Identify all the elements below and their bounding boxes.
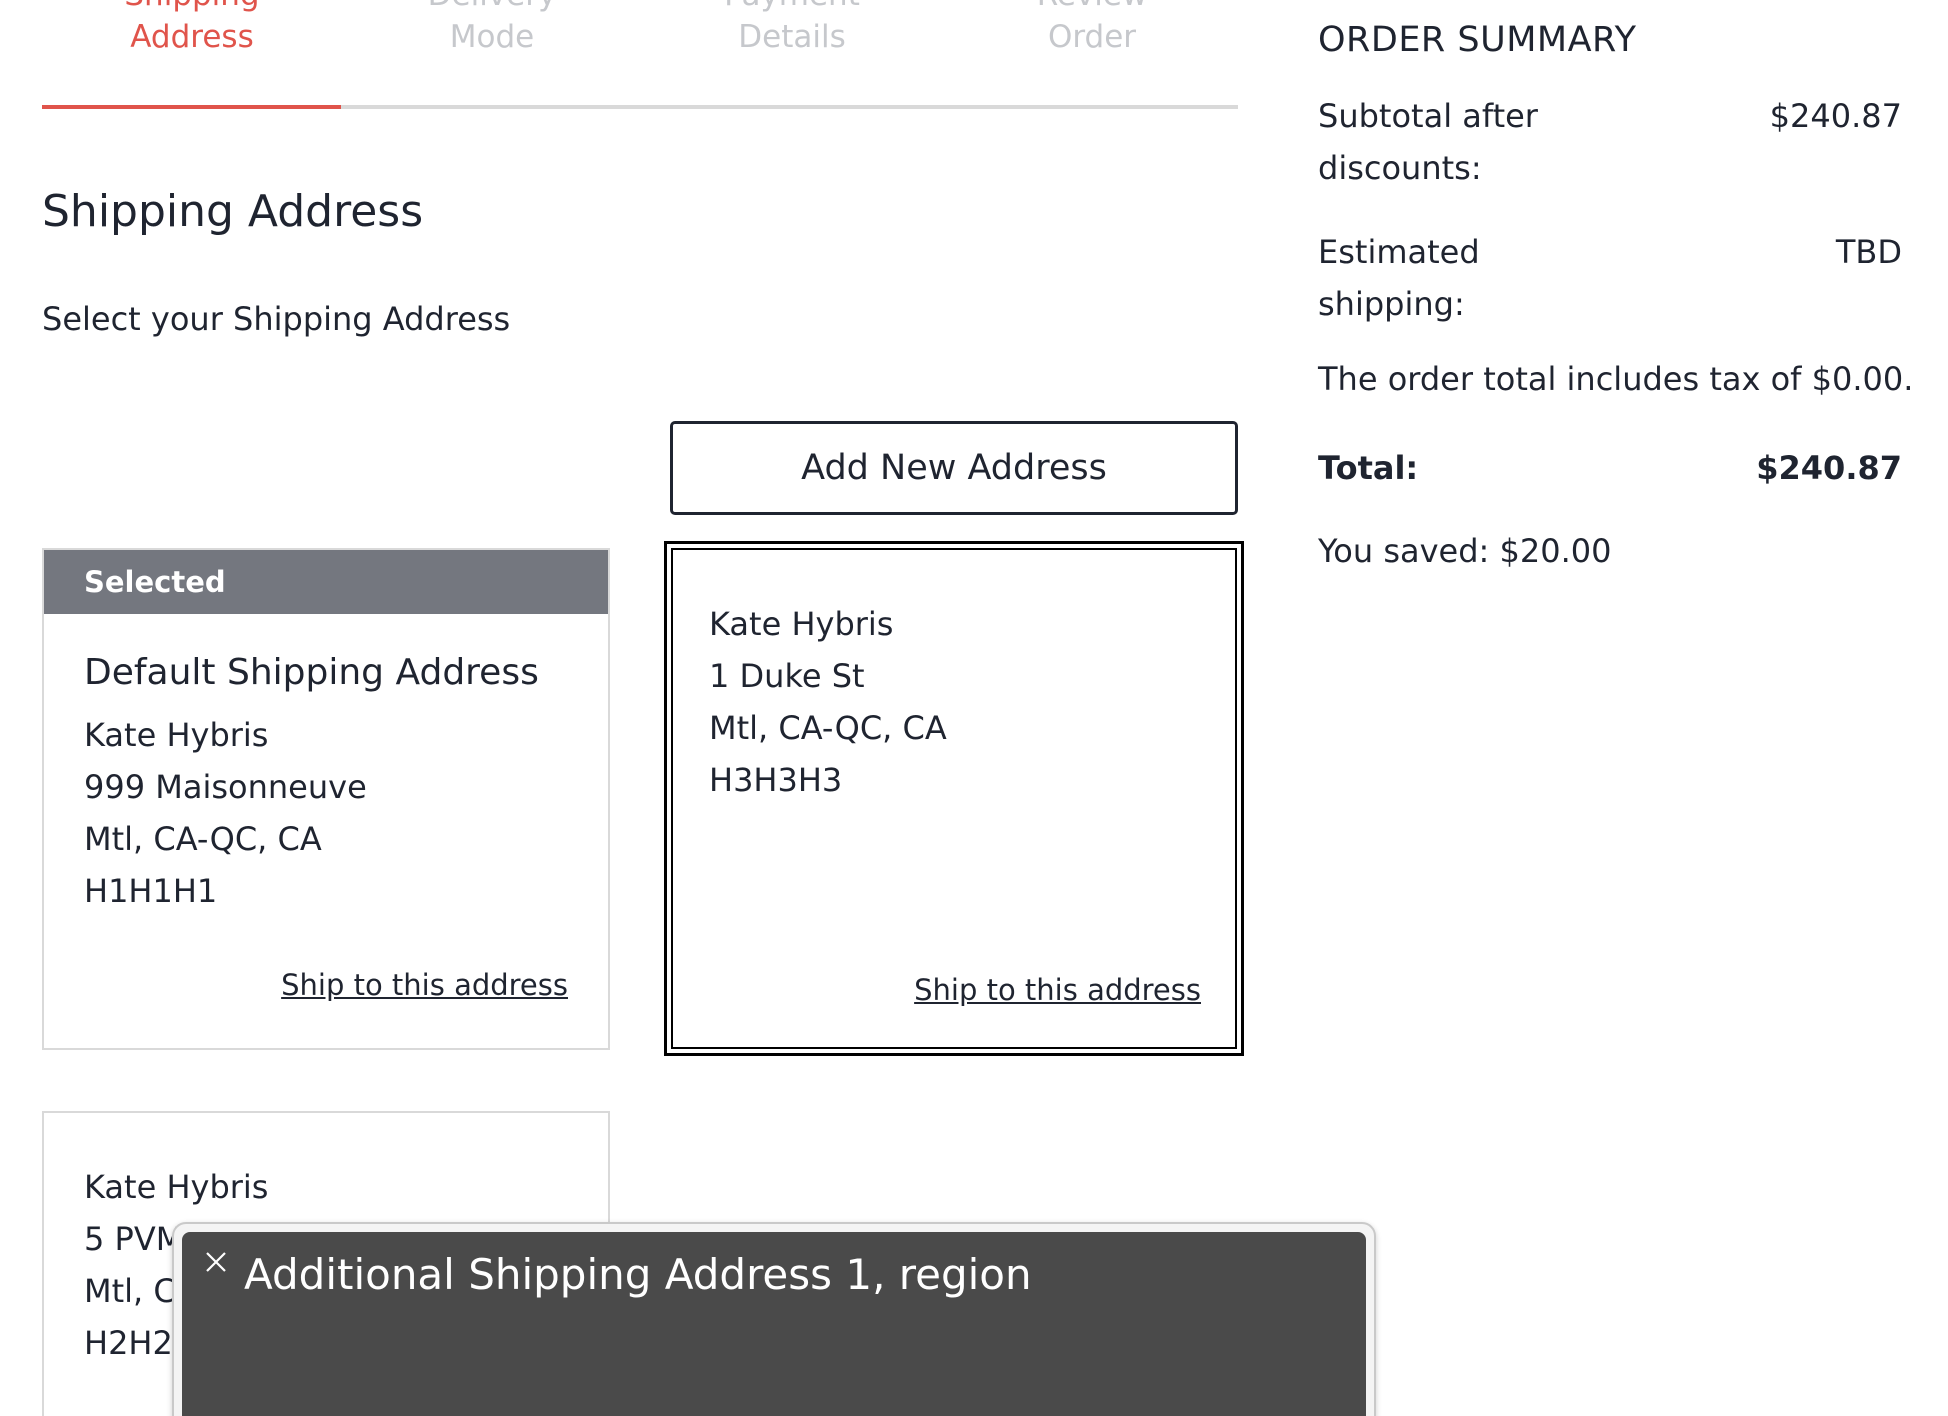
ship-to-this-address-link[interactable]: Ship to this address	[914, 973, 1201, 1007]
tax-note: The order total includes tax of $0.00.	[1318, 360, 1914, 398]
address-card-default[interactable]: Selected Default Shipping Address Kate H…	[42, 548, 610, 1050]
checkout-progress: Shipping Address Delivery Mode Payment D…	[42, 0, 1238, 110]
shipping-label-line2: shipping:	[1318, 285, 1465, 323]
step-label-line2: Details	[738, 19, 846, 55]
step-label-line2: Mode	[449, 19, 535, 55]
step-shipping-address[interactable]: Shipping Address	[42, 0, 342, 58]
address-card-body: Default Shipping Address Kate Hybris 999…	[44, 614, 608, 917]
progress-track	[42, 105, 1238, 109]
address-name: Kate Hybris	[84, 716, 269, 754]
ship-to-this-address-link[interactable]: Ship to this address	[281, 968, 568, 1002]
total-value: $240.87	[1756, 449, 1902, 487]
address-card-additional-1[interactable]: Kate Hybris 1 Duke St Mtl, CA-QC, CA H3H…	[664, 541, 1244, 1056]
step-review-order: Review Order	[942, 0, 1242, 58]
address-card-title: Default Shipping Address	[84, 652, 539, 693]
step-label-line1: Delivery	[342, 0, 642, 16]
step-label-line1: Shipping	[42, 0, 342, 16]
add-new-address-button[interactable]: Add New Address	[670, 421, 1238, 515]
step-label-line2: Address	[130, 19, 254, 55]
order-summary-title: ORDER SUMMARY	[1318, 20, 1637, 60]
subtotal-label-line1: Subtotal after	[1318, 97, 1538, 135]
step-delivery-mode: Delivery Mode	[342, 0, 642, 58]
address-city: Mtl, CA-QC, CA	[84, 820, 322, 858]
step-label-line1: Review	[942, 0, 1242, 16]
shipping-label: Estimated shipping:	[1318, 226, 1618, 330]
subtotal-label-line2: discounts:	[1318, 149, 1482, 187]
step-label-line1: Payment	[642, 0, 942, 16]
shipping-value: TBD	[1835, 233, 1902, 271]
shipping-label-line1: Estimated	[1318, 233, 1480, 271]
address-street: 999 Maisonneuve	[84, 768, 367, 806]
screen-reader-caption-text: Additional Shipping Address 1, region	[244, 1250, 1032, 1299]
step-label-line2: Order	[1047, 19, 1137, 55]
savings-note: You saved: $20.00	[1318, 532, 1612, 570]
subtotal-label: Subtotal after discounts:	[1318, 90, 1618, 194]
total-label: Total:	[1318, 449, 1419, 487]
progress-fill	[42, 105, 341, 109]
close-icon[interactable]	[204, 1250, 234, 1280]
selected-badge: Selected	[44, 550, 608, 614]
screen-reader-caption-window: Additional Shipping Address 1, region	[172, 1222, 1376, 1416]
subtotal-value: $240.87	[1769, 97, 1902, 135]
step-payment-details: Payment Details	[642, 0, 942, 58]
address-name: Kate Hybris	[84, 1168, 269, 1206]
screen-reader-caption-panel: Additional Shipping Address 1, region	[182, 1232, 1366, 1416]
address-postal: H1H1H1	[84, 872, 218, 910]
page-subtitle: Select your Shipping Address	[42, 300, 511, 338]
page-title: Shipping Address	[42, 186, 424, 237]
